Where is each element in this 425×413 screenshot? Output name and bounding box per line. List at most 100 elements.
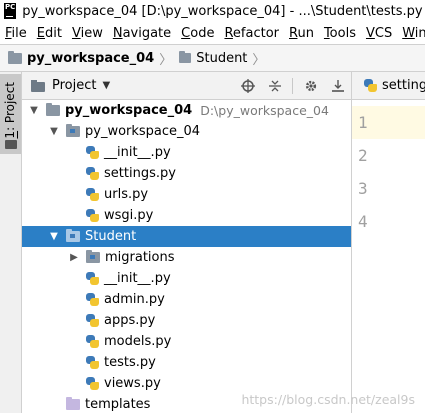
- python-file-icon: [364, 79, 377, 92]
- python-file-icon: [86, 146, 99, 159]
- tree-item-label: py_workspace_04: [65, 103, 193, 118]
- code-editor[interactable]: 1 2 3 4: [351, 100, 425, 413]
- tree-item-label: Student: [85, 229, 137, 244]
- menu-label: avigate: [122, 25, 172, 41]
- app-icon-label: PC: [5, 3, 16, 11]
- tree-item-label: __init__.py: [104, 145, 171, 160]
- folder-icon: [179, 51, 192, 63]
- tree-item-label: urls.py: [104, 187, 149, 202]
- menu-item[interactable]: Tools: [319, 26, 361, 41]
- tree-row[interactable]: ▶ migrations: [22, 247, 351, 268]
- menu-label: iew: [80, 25, 103, 41]
- menu-mnemonic: R: [224, 25, 233, 41]
- tree-row[interactable]: ▼ py_workspace_04: [22, 121, 351, 142]
- tree-row[interactable]: ▶views.py: [22, 373, 351, 394]
- menu-item[interactable]: Refactor: [219, 26, 284, 41]
- expand-arrow-down-icon[interactable]: ▼: [28, 105, 40, 116]
- menu-mnemonic: W: [402, 25, 415, 41]
- toolbar-divider: [292, 78, 293, 94]
- panel-toolbar: [230, 72, 347, 100]
- menu-item[interactable]: View: [67, 26, 108, 41]
- tree-row[interactable]: ▶urls.py: [22, 184, 351, 205]
- breadcrumb: py_workspace_04 〉 Student 〉: [0, 44, 425, 72]
- chevron-right-icon: 〉: [252, 52, 266, 68]
- menu-item[interactable]: Run: [284, 26, 319, 41]
- tree-row[interactable]: ▶admin.py: [22, 289, 351, 310]
- tree-row[interactable]: ▼ py_workspace_04 D:\py_workspace_04: [22, 100, 351, 121]
- folder-icon: [46, 103, 60, 116]
- python-file-icon: [86, 209, 99, 222]
- python-file-icon: [86, 272, 99, 285]
- breadcrumb-label: Student: [196, 50, 248, 66]
- menu-label: ools: [329, 25, 356, 41]
- line-number: 1: [352, 106, 425, 139]
- line-number: 3: [358, 179, 368, 198]
- breadcrumb-item-student[interactable]: Student: [179, 51, 247, 66]
- menu-item[interactable]: VCS: [361, 26, 397, 41]
- tree-row[interactable]: ▼ Student: [22, 226, 351, 247]
- menu-label: ile: [11, 25, 27, 41]
- menu-item[interactable]: File: [0, 26, 32, 41]
- collapse-all-icon[interactable]: [266, 77, 284, 95]
- breadcrumb-item-project[interactable]: py_workspace_04: [8, 50, 154, 66]
- pycharm-logo-icon: PC: [4, 3, 17, 19]
- watermark: https://blog.csdn.net/zeal9s: [241, 392, 415, 407]
- menu-item[interactable]: Navigate: [108, 26, 176, 41]
- python-file-icon: [86, 356, 99, 369]
- project-tree: ▼ py_workspace_04 D:\py_workspace_04 ▼ py_wo…: [22, 100, 351, 413]
- menu-item[interactable]: Code: [176, 26, 219, 41]
- project-panel-header: Project ▼: [22, 72, 351, 100]
- tree-row[interactable]: ▶settings.py: [22, 163, 351, 184]
- folder-icon: [66, 124, 80, 137]
- editor-tab-settings[interactable]: settings.py: [352, 78, 425, 93]
- hide-panel-icon[interactable]: [329, 77, 347, 95]
- project-tool-window-tab[interactable]: 1: Project: [0, 74, 21, 154]
- panel-title[interactable]: Project: [52, 78, 96, 93]
- tree-row[interactable]: ▶apps.py: [22, 310, 351, 331]
- tree-row[interactable]: ▶tests.py: [22, 352, 351, 373]
- menu-mnemonic: C: [181, 25, 191, 41]
- python-file-icon: [86, 293, 99, 306]
- tree-row[interactable]: ▶wsgi.py: [22, 205, 351, 226]
- python-file-icon: [86, 188, 99, 201]
- menu-mnemonic: V: [365, 25, 375, 41]
- folder-icon: [86, 250, 100, 263]
- expand-arrow-down-icon[interactable]: ▼: [48, 231, 60, 242]
- tree-item-label: admin.py: [104, 292, 165, 307]
- gear-icon[interactable]: [302, 77, 320, 95]
- scroll-from-source-icon[interactable]: [239, 77, 257, 95]
- tree-row[interactable]: ▶models.py: [22, 331, 351, 352]
- caret-down-icon[interactable]: ▼: [102, 80, 110, 91]
- menu-label: indow: [414, 25, 425, 41]
- tree-row[interactable]: ▶__init__.py: [22, 268, 351, 289]
- menu-item[interactable]: Window: [397, 26, 425, 41]
- expand-arrow-down-icon[interactable]: ▼: [48, 126, 60, 137]
- project-tab-label: 1: Project: [3, 82, 17, 139]
- line-number: 4: [358, 212, 368, 231]
- project-tab-mnemonic: 1: [3, 130, 17, 139]
- tree-item-label: apps.py: [104, 313, 156, 328]
- tree-item-label: models.py: [104, 334, 172, 349]
- menu-label: ode: [190, 25, 215, 41]
- python-file-icon: [86, 377, 99, 390]
- editor-tab-bar: settings.py: [351, 72, 425, 100]
- folder-icon: [8, 50, 22, 64]
- menu-item[interactable]: Edit: [32, 26, 67, 41]
- tree-item-label: __init__.py: [104, 271, 171, 286]
- tree-item-label: settings.py: [104, 166, 176, 181]
- chevron-right-icon: 〉: [159, 52, 173, 68]
- left-tool-strip: 1: Project: [0, 72, 22, 413]
- tree-row[interactable]: ▶__init__.py: [22, 142, 351, 163]
- python-file-icon: [86, 314, 99, 327]
- title-bar: PC py_workspace_04 [D:\py_workspace_04] …: [0, 0, 425, 22]
- expand-arrow-right-icon[interactable]: ▶: [68, 252, 80, 263]
- templates-folder-icon: [66, 397, 80, 410]
- tree-item-label: tests.py: [104, 355, 156, 370]
- tree-item-label: py_workspace_04: [85, 124, 201, 139]
- python-file-icon: [86, 167, 99, 180]
- folder-icon: [66, 229, 80, 242]
- window-title: py_workspace_04 [D:\py_workspace_04] - .…: [22, 3, 425, 19]
- tree-item-label: templates: [85, 397, 151, 412]
- tree-item-label: wsgi.py: [104, 208, 154, 223]
- line-number: 2: [358, 146, 368, 165]
